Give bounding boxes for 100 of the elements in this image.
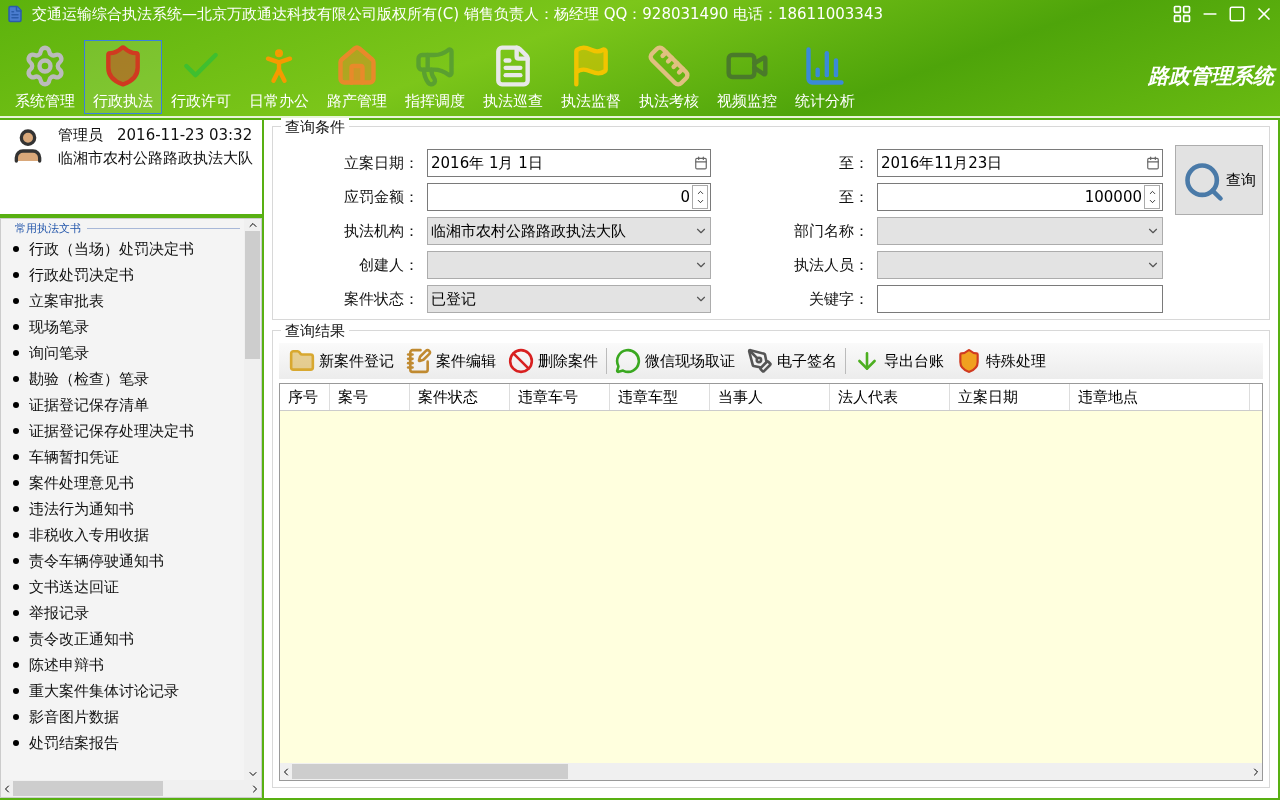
column-header[interactable]: 当事人 [710, 384, 830, 410]
ruler-icon [647, 44, 691, 88]
toolbar-button[interactable]: 删除案件 [504, 345, 602, 377]
column-header[interactable]: 法人代表 [830, 384, 950, 410]
login-time: 2016-11-23 03:32 [117, 126, 253, 145]
column-header[interactable]: 违章车号 [510, 384, 610, 410]
bullet-icon [13, 428, 19, 434]
document-link[interactable]: 影音图片数据 [29, 707, 119, 727]
document-link[interactable]: 案件处理意见书 [29, 473, 134, 493]
field-label: 执法机构： [343, 221, 419, 241]
bullet-icon [13, 376, 19, 382]
search-button[interactable]: 查询 [1175, 145, 1263, 215]
bar-chart-icon [803, 44, 847, 88]
vertical-scrollbar[interactable] [244, 219, 261, 780]
bullet-icon [13, 480, 19, 486]
document-link[interactable]: 非税收入专用收据 [29, 525, 149, 545]
field-label: 部门名称： [793, 221, 869, 241]
document-link[interactable]: 证据登记保存处理决定书 [29, 421, 194, 441]
document-link[interactable]: 询问笔录 [29, 343, 89, 363]
bullet-icon [13, 246, 19, 252]
bullet-icon [13, 506, 19, 512]
document-link[interactable]: 勘验（检查）笔录 [29, 369, 149, 389]
toolbar-button[interactable]: 导出台账 [850, 345, 948, 377]
number-field[interactable]: 0 [427, 183, 711, 211]
calendar-icon[interactable] [1146, 156, 1160, 170]
number-field[interactable]: 100000 [877, 183, 1163, 211]
document-link[interactable]: 举报记录 [29, 603, 89, 623]
field-label: 执法人员： [793, 255, 869, 275]
shield-icon [956, 348, 982, 374]
document-link[interactable]: 现场笔录 [29, 317, 89, 337]
folder-icon [289, 348, 315, 374]
document-link[interactable]: 行政处罚决定书 [29, 265, 134, 285]
field-label: 案件状态： [343, 289, 419, 309]
bullet-icon [13, 532, 19, 538]
document-link[interactable]: 责令车辆停驶通知书 [29, 551, 164, 571]
document-link[interactable]: 证据登记保存清单 [29, 395, 149, 415]
megaphone-icon [413, 44, 457, 88]
document-link[interactable]: 违法行为通知书 [29, 499, 134, 519]
spinner-icon[interactable] [1144, 185, 1160, 209]
column-header[interactable]: 序号 [280, 384, 330, 410]
column-header[interactable]: 案号 [330, 384, 410, 410]
bullet-icon [13, 558, 19, 564]
field-label: 至： [838, 187, 869, 207]
app-icon [6, 5, 24, 23]
column-header[interactable]: 违章地点 [1070, 384, 1250, 410]
toolbar-button[interactable]: 微信现场取证 [611, 345, 739, 377]
spinner-icon[interactable] [692, 185, 708, 209]
bullet-icon [13, 402, 19, 408]
field-label: 应罚金额： [343, 187, 419, 207]
bullet-icon [13, 454, 19, 460]
field-label: 创建人： [358, 255, 419, 275]
window-title: 交通运输综合执法系统—北京万政通达科技有限公司版权所有(C) 销售负责人：杨经理 QQ：928031490 电话：18611003343 [32, 4, 884, 24]
document-link[interactable]: 处罚结案报告 [29, 733, 119, 753]
toolbar-button[interactable]: 电子签名 [743, 345, 841, 377]
document-link[interactable]: 立案审批表 [29, 291, 104, 311]
dropdown[interactable]: 已登记 [427, 285, 711, 313]
search-icon [1182, 160, 1226, 204]
bullet-icon [13, 714, 19, 720]
bullet-icon [13, 740, 19, 746]
group-title: 查询结果 [281, 322, 349, 341]
field-label: 立案日期： [343, 153, 419, 173]
column-header[interactable]: 案件状态 [410, 384, 510, 410]
user-unit: 临湘市农村公路路政执法大队 [58, 149, 253, 168]
scroll-thumb[interactable] [13, 781, 163, 796]
toolbar-button[interactable]: 特殊处理 [952, 345, 1050, 377]
bullet-icon [13, 688, 19, 694]
column-header[interactable]: 违章车型 [610, 384, 710, 410]
calendar-icon[interactable] [694, 156, 708, 170]
document-link[interactable]: 车辆暂扣凭证 [29, 447, 119, 467]
bullet-icon [13, 272, 19, 278]
chat-icon [615, 348, 641, 374]
field-label: 关键字： [808, 289, 869, 309]
document-link[interactable]: 行政（当场）处罚决定书 [29, 239, 194, 259]
horizontal-scrollbar[interactable] [280, 763, 1262, 780]
maximize-icon[interactable] [1228, 5, 1246, 23]
user-role: 管理员 [58, 126, 103, 145]
grid-icon[interactable] [1172, 4, 1192, 24]
document-link[interactable]: 文书送达回证 [29, 577, 119, 597]
toolbar-button[interactable]: 案件编辑 [402, 345, 500, 377]
date-picker[interactable]: 2016年11月23日 [877, 149, 1163, 177]
input-field[interactable] [877, 285, 1163, 313]
document-link[interactable]: 责令改正通知书 [29, 629, 134, 649]
dropdown[interactable]: 临湘市农村公路路政执法大队 [427, 217, 711, 245]
bullet-icon [13, 324, 19, 330]
scroll-thumb[interactable] [292, 764, 568, 779]
column-header[interactable]: 立案日期 [950, 384, 1070, 410]
scroll-thumb[interactable] [245, 231, 260, 359]
date-picker[interactable]: 2016年 1月 1日 [427, 149, 711, 177]
toolbar-button[interactable]: 新案件登记 [285, 345, 398, 377]
bullet-icon [13, 298, 19, 304]
horizontal-scrollbar[interactable] [1, 780, 261, 797]
bullet-icon [13, 610, 19, 616]
document-link[interactable]: 陈述申辩书 [29, 655, 104, 675]
bullet-icon [13, 350, 19, 356]
gear-icon [23, 44, 67, 88]
prohibited-icon [508, 348, 534, 374]
document-link[interactable]: 重大案件集体讨论记录 [29, 681, 179, 701]
notepad-icon [406, 348, 432, 374]
field-label: 至： [838, 153, 869, 173]
section-title: 常用执法文书 [15, 221, 81, 236]
